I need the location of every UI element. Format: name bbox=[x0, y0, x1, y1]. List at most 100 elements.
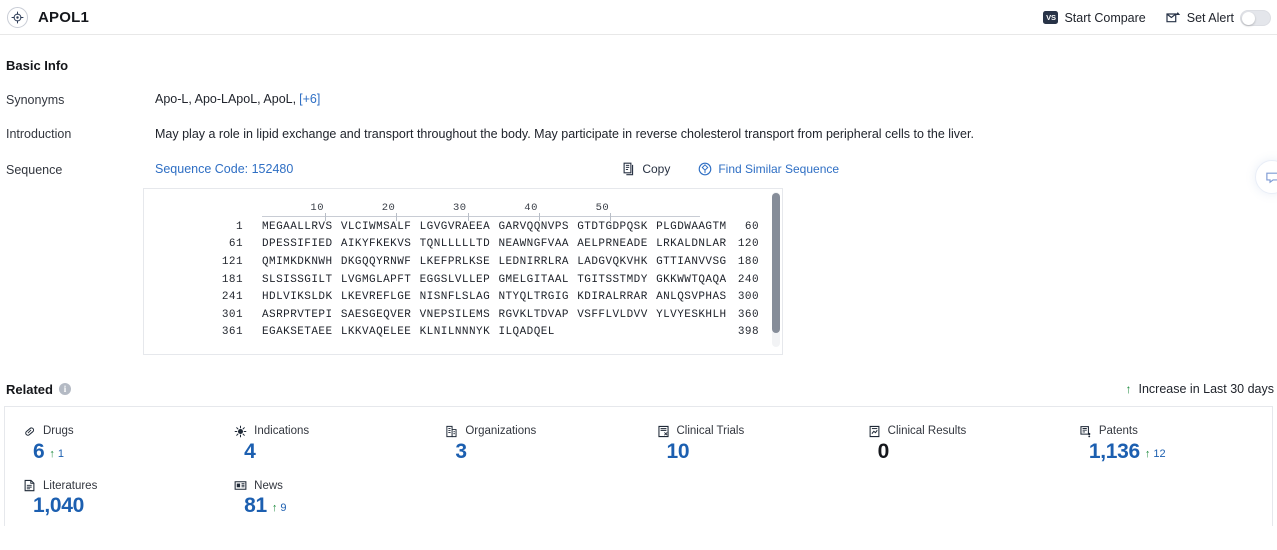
delta-count: 9 bbox=[280, 502, 287, 515]
stat-card-value-row: 3 bbox=[445, 440, 638, 464]
ruler-tick-label: 10 bbox=[310, 201, 324, 214]
sequence-start-index: 61 bbox=[228, 238, 243, 251]
set-alert-toggle[interactable] bbox=[1240, 9, 1271, 26]
synonyms-more-link[interactable]: [+6] bbox=[299, 92, 320, 106]
newspaper-icon bbox=[234, 479, 247, 492]
sequence-scrollbar-thumb[interactable] bbox=[772, 192, 780, 333]
sequence-code-link[interactable]: Sequence Code: 152480 bbox=[155, 162, 293, 176]
ruler-tick bbox=[610, 212, 612, 221]
building-icon bbox=[445, 425, 458, 438]
sequence-label: Sequence bbox=[6, 162, 63, 177]
sequence-chunk: LEDNIRRLRA bbox=[498, 256, 569, 269]
sequence-chunk: NTYQLTRGIG bbox=[498, 291, 569, 304]
stat-card-value[interactable]: 6 bbox=[33, 440, 45, 464]
stat-card-header: Clinical Results bbox=[868, 425, 1061, 438]
ruler-tick bbox=[325, 212, 326, 221]
book-icon bbox=[23, 479, 36, 492]
stat-card-label: Literatures bbox=[43, 479, 98, 492]
find-similar-sequence-icon bbox=[698, 162, 712, 176]
stat-card-value[interactable]: 4 bbox=[244, 440, 256, 464]
stat-card-delta: ↑ 12 bbox=[1145, 448, 1166, 464]
stat-card-value[interactable]: 81 bbox=[244, 494, 267, 518]
info-icon[interactable]: i bbox=[58, 383, 71, 396]
sequence-scrollbar[interactable] bbox=[772, 191, 780, 347]
synonyms-value: Apo-L, Apo-LApoL, ApoL, bbox=[155, 92, 297, 106]
copy-label: Copy bbox=[642, 161, 671, 176]
sequence-chunk: NISNFLSLAG bbox=[419, 291, 491, 304]
stat-card-value-row: 6 ↑ 1 bbox=[23, 440, 216, 464]
sequence-header: Sequence Code: 152480 Copy Find Similar … bbox=[155, 162, 839, 176]
related-stat-card[interactable]: Literatures 1,040 bbox=[5, 479, 216, 518]
stat-card-label: Indications bbox=[254, 425, 310, 438]
sequence-chunk: LVGMGLAPFT bbox=[340, 273, 412, 286]
stat-card-value-row: 1,136 ↑ 12 bbox=[1079, 440, 1272, 464]
set-alert-label: Set Alert bbox=[1186, 10, 1234, 25]
sequence-chunk: EGGSLVLLEP bbox=[419, 273, 491, 286]
related-stat-card[interactable]: Patents 1,136 ↑ 12 bbox=[1061, 425, 1272, 464]
sequence-chunk: ILQADQEL bbox=[498, 326, 555, 339]
sequence-chunk: ANLQSVPHAS bbox=[656, 291, 727, 304]
stat-card-header: Clinical Trials bbox=[657, 425, 850, 438]
sequence-residue-chunks: MEGAALLRVS VLCIWMSALF LGVGVRAEEA GARVQQNVPS… bbox=[262, 221, 727, 233]
sequence-chunk: ASRPRVTEPI bbox=[262, 308, 333, 321]
stat-card-header: Patents bbox=[1079, 425, 1272, 438]
basic-info-section: Basic Info Synonyms Apo-L, Apo-LApoL, Ap… bbox=[0, 58, 1277, 177]
stat-card-value[interactable]: 10 bbox=[667, 440, 690, 464]
related-stat-card[interactable]: Drugs 6 ↑ 1 bbox=[5, 425, 216, 464]
related-stat-card[interactable]: Indications 4 bbox=[216, 425, 427, 464]
delta-up-arrow-icon: ↑ bbox=[49, 448, 55, 461]
sequence-residue-chunks: SLSISSGILT LVGMGLAPFT EGGSLVLLEP GMELGITAAL… bbox=[262, 274, 727, 286]
sequence-chunk: LADGVQKVHK bbox=[577, 256, 648, 269]
sequence-residue-chunks: ASRPRVTEPI SAESGEQVER VNEPSILEMS RGVKLTDVAP… bbox=[262, 309, 727, 321]
sequence-line: 121 QMIMKDKNWH DKGQQYRNWF LKEFPRLKSE LEDNIRR… bbox=[144, 256, 782, 274]
pill-icon bbox=[23, 425, 36, 438]
sequence-start-index: 181 bbox=[221, 273, 243, 286]
set-alert-control[interactable]: Set Alert bbox=[1166, 9, 1271, 26]
clipboard-flask-icon bbox=[657, 425, 670, 438]
sequence-chunk: GARVQQNVPS bbox=[498, 220, 569, 233]
start-compare-button[interactable]: VS Start Compare bbox=[1043, 11, 1146, 25]
sequence-chunk: VLCIWMSALF bbox=[340, 220, 412, 233]
sequence-chunk: TQNLLLLLTD bbox=[419, 238, 491, 251]
sequence-chunk: LRKALDNLAR bbox=[656, 238, 727, 251]
sequence-tools: Copy Find Similar Sequence bbox=[623, 162, 839, 176]
sequence-viewer[interactable]: 10 20 30 40 50 1 MEGAALLRVS VLCIWMSALF LGVGVRAE… bbox=[143, 187, 783, 355]
related-stat-card[interactable]: Organizations 3 bbox=[427, 425, 638, 464]
target-crosshair-icon bbox=[7, 6, 28, 28]
sequence-line: 181 SLSISSGILT LVGMGLAPFT EGGSLVLLEP GMELGIT… bbox=[144, 274, 782, 292]
sequence-chunk: MEGAALLRVS bbox=[262, 220, 333, 233]
sequence-chunk: SAESGEQVER bbox=[340, 308, 412, 321]
delta-up-arrow-icon: ↑ bbox=[271, 502, 278, 515]
stat-card-label: Clinical Results bbox=[887, 425, 967, 438]
sequence-chunk: GTDTGDPQSK bbox=[577, 220, 648, 233]
increase-arrow-icon: ↑ bbox=[1125, 382, 1132, 397]
page-title: APOL1 bbox=[38, 8, 90, 26]
copy-button[interactable]: Copy bbox=[623, 162, 670, 176]
sequence-line: 301 ASRPRVTEPI SAESGEQVER VNEPSILEMS RGVKLTD… bbox=[144, 309, 782, 327]
stat-card-value[interactable]: 3 bbox=[455, 440, 467, 464]
sequence-chunk: GTTIANVVSG bbox=[656, 256, 727, 269]
sequence-chunk: VSFFLVLDVV bbox=[577, 308, 648, 321]
related-stat-card[interactable]: Clinical Results 0 bbox=[850, 425, 1061, 464]
sequence-line: 1 MEGAALLRVS VLCIWMSALF LGVGVRAEEA GARVQQNVP… bbox=[144, 221, 782, 239]
synonyms-label: Synonyms bbox=[6, 93, 65, 107]
delta-count: 1 bbox=[57, 448, 65, 461]
sequence-chunk: PLGDWAAGTM bbox=[656, 220, 727, 233]
stat-card-value: 0 bbox=[877, 439, 890, 463]
ruler-tick bbox=[396, 212, 398, 221]
related-header: Related i ↑ Increase in Last 30 days bbox=[0, 382, 1277, 397]
find-similar-sequence-button[interactable]: Find Similar Sequence bbox=[698, 162, 839, 176]
patent-doc-icon bbox=[1079, 425, 1092, 438]
sequence-row: Sequence Sequence Code: 152480 Copy Find… bbox=[6, 162, 1271, 177]
stat-card-value[interactable]: 1,136 bbox=[1089, 440, 1140, 464]
increase-legend-label: Increase in Last 30 days bbox=[1138, 382, 1275, 397]
sequence-line: 361 EGAKSETAEE LKKVAQELEE KLNILNNNYK ILQADQE… bbox=[144, 326, 782, 344]
stat-card-value[interactable]: 1,040 bbox=[33, 494, 84, 518]
related-stat-card[interactable]: News 81 ↑ 9 bbox=[216, 479, 427, 518]
sequence-start-index: 121 bbox=[221, 256, 243, 269]
chat-bubble-icon[interactable] bbox=[1255, 160, 1277, 194]
basic-info-title: Basic Info bbox=[6, 58, 69, 73]
sequence-chunk: KDIRALRRAR bbox=[577, 291, 648, 304]
related-stat-card[interactable]: Clinical Trials 10 bbox=[639, 425, 850, 464]
increase-legend: ↑ Increase in Last 30 days bbox=[1126, 382, 1275, 396]
